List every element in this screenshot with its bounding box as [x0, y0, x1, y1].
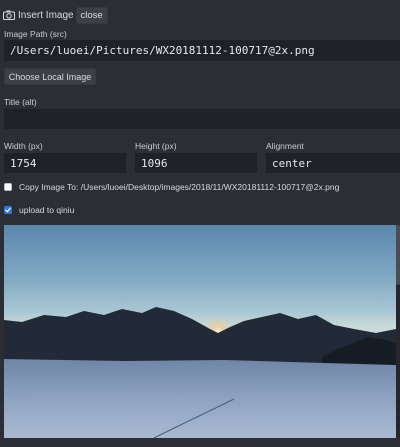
- panel-header: Insert Image close: [3, 6, 108, 24]
- scrollbar-thumb[interactable]: [396, 225, 400, 285]
- scrollbar[interactable]: [396, 225, 400, 438]
- upload-option[interactable]: upload to qiniu: [4, 205, 74, 215]
- alignment-label: Alignment: [266, 141, 304, 151]
- width-input[interactable]: [4, 153, 126, 173]
- checkmark-icon: [5, 207, 11, 213]
- title-input[interactable]: [4, 109, 400, 129]
- preview-image: [4, 225, 396, 438]
- copy-image-label: Copy Image To: /Users/luoei/Desktop/imag…: [19, 182, 340, 192]
- close-button[interactable]: close: [75, 6, 108, 24]
- copy-image-option[interactable]: Copy Image To: /Users/luoei/Desktop/imag…: [4, 182, 339, 192]
- camera-icon: [3, 10, 15, 20]
- height-label: Height (px): [135, 141, 177, 151]
- title-label: Title (alt): [4, 97, 37, 107]
- upload-checkbox[interactable]: [4, 206, 12, 214]
- image-path-label: Image Path (src): [4, 29, 67, 39]
- image-preview: [4, 225, 396, 438]
- choose-local-image-button[interactable]: Choose Local Image: [4, 68, 96, 85]
- alignment-select[interactable]: [266, 153, 400, 173]
- width-label: Width (px): [4, 141, 43, 151]
- insert-image-panel: Insert Image close Image Path (src) Choo…: [0, 0, 400, 447]
- upload-label: upload to qiniu: [19, 205, 75, 215]
- panel-title: Insert Image: [18, 9, 74, 21]
- copy-image-checkbox[interactable]: [4, 183, 12, 191]
- height-input[interactable]: [135, 153, 257, 173]
- image-path-input[interactable]: [4, 40, 400, 61]
